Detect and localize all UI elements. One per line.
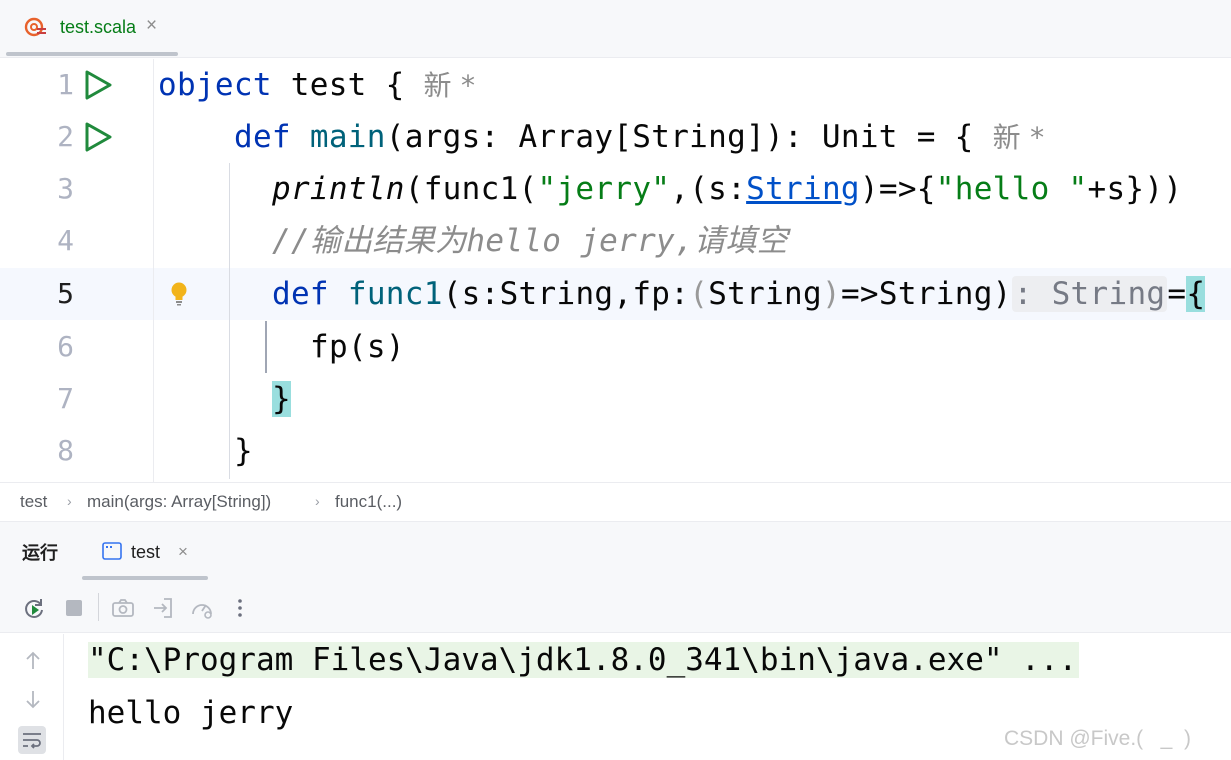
rerun-icon[interactable] xyxy=(22,596,46,620)
line-number: 3 xyxy=(57,172,74,205)
code-line-2: 2 def main(args: Array[String]): Unit = … xyxy=(0,111,1231,163)
author-hint: 新 * xyxy=(992,121,1045,154)
breadcrumb-item-test[interactable]: test xyxy=(20,492,47,512)
close-tab-icon[interactable]: × xyxy=(146,14,157,38)
line-number: 7 xyxy=(57,382,74,415)
close-tab-icon[interactable]: × xyxy=(178,541,188,563)
line-number: 1 xyxy=(57,68,74,101)
run-toolbar xyxy=(0,581,1231,633)
run-panel-title: 运行 xyxy=(22,543,58,563)
matched-brace: } xyxy=(272,381,291,417)
line-number: 8 xyxy=(57,434,74,467)
run-tool-window-header: 运行 test × xyxy=(0,521,1231,581)
code-line-6: 6 fp(s) xyxy=(0,321,1231,373)
arrow-down-icon[interactable] xyxy=(21,687,45,711)
profiler-gauge-icon[interactable] xyxy=(190,596,214,620)
code-line-3: 3 println(func1("jerry",(s:String)=>{"he… xyxy=(0,163,1231,215)
line-number-current: 5 xyxy=(57,277,74,310)
arrow-up-icon[interactable] xyxy=(21,649,45,673)
line-number: 6 xyxy=(57,330,74,363)
type-link-string[interactable]: String xyxy=(746,171,860,207)
active-tab-indicator xyxy=(82,576,208,580)
camera-icon[interactable] xyxy=(111,596,135,620)
run-gutter-icon[interactable] xyxy=(82,121,114,153)
console-side-toolbar xyxy=(0,634,64,760)
editor-tab-bar: test.scala × xyxy=(0,0,1231,58)
run-tab-test[interactable]: test × xyxy=(82,522,208,582)
soft-wrap-icon[interactable] xyxy=(18,726,46,754)
stop-icon[interactable] xyxy=(62,596,86,620)
line-number: 4 xyxy=(57,224,74,257)
code-editor[interactable]: 1 object test { 新 * 2 def main(args: Arr… xyxy=(0,59,1231,482)
breadcrumb: test › main(args: Array[String]) › func1… xyxy=(0,482,1231,520)
code-line-7: 7 } xyxy=(0,373,1231,425)
active-tab-indicator xyxy=(6,52,178,56)
scala-file-icon xyxy=(24,17,46,37)
code-line-1: 1 object test { 新 * xyxy=(0,59,1231,111)
editor-tab-label: test.scala xyxy=(60,17,137,37)
console-line-output: hello jerry xyxy=(88,695,294,731)
run-gutter-icon[interactable] xyxy=(82,69,114,101)
more-options-icon[interactable] xyxy=(228,596,252,620)
login-icon[interactable] xyxy=(151,596,175,620)
line-number: 2 xyxy=(57,120,74,153)
console-icon xyxy=(102,542,122,560)
editor-tab-test-scala[interactable]: test.scala × xyxy=(6,0,178,58)
matched-brace: { xyxy=(1186,276,1206,312)
breadcrumb-item-main[interactable]: main(args: Array[String]) xyxy=(87,492,271,512)
code-line-8: 8 } xyxy=(0,425,1231,477)
lightbulb-icon[interactable] xyxy=(169,281,189,307)
type-inlay-hint: : String xyxy=(1011,276,1168,312)
toolbar-separator xyxy=(98,593,99,621)
breadcrumb-item-func1[interactable]: func1(...) xyxy=(335,492,402,512)
code-comment: //输出结果为hello jerry,请填空 xyxy=(272,223,788,259)
watermark: CSDN @Five.( _ ) xyxy=(1004,727,1192,750)
console-line-command: "C:\Program Files\Java\jdk1.8.0_341\bin\… xyxy=(88,642,1080,678)
code-line-4: 4 //输出结果为hello jerry,请填空 xyxy=(0,215,1231,267)
chevron-right-icon: › xyxy=(315,493,320,509)
author-hint: 新 * xyxy=(423,69,476,102)
chevron-right-icon: › xyxy=(67,493,72,509)
code-line-5: 5 def func1(s:String,fp:(String)=>String… xyxy=(0,268,1231,320)
